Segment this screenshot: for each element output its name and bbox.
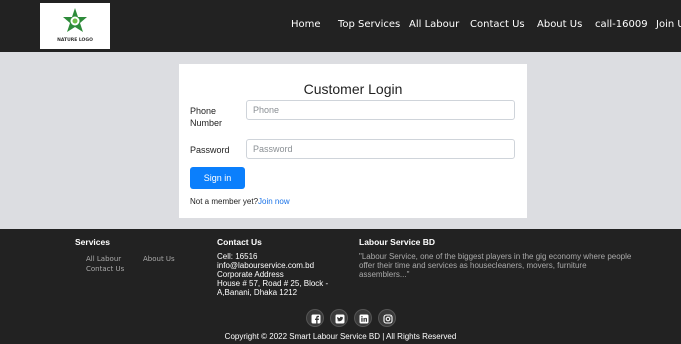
contact-address-title: Corporate Address [217,270,284,279]
nature-logo-icon [63,8,87,32]
footer: Services All Labour About Us Contact Us … [0,229,681,344]
phone-label: Phone Number [190,106,223,128]
facebook-icon[interactable] [306,309,324,327]
nav-join-us[interactable]: Join Us [656,19,681,30]
about-text: "Labour Service, one of the biggest play… [359,252,632,279]
password-label: Password [190,145,230,155]
signin-button[interactable]: Sign in [190,167,245,189]
contact-address: House # 57, Road # 25, Block - A,Banani,… [217,279,329,297]
nav-call[interactable]: call-16009 [595,19,648,30]
copyright: Copyright © 2022 Smart Labour Service BD… [224,332,457,341]
about-heading: Labour Service BD [359,237,436,247]
navbar: NATURE LOGO Home Top Services All Labour… [0,0,681,52]
footer-link-about-us[interactable]: About Us [143,255,175,263]
contact-email[interactable]: info@labourservice.com.bd [217,261,347,270]
contact-cell: Cell: 16516 [217,252,258,261]
nav-top-services[interactable]: Top Services [338,19,400,30]
logo[interactable]: NATURE LOGO [40,3,110,49]
linkedin-icon[interactable] [354,309,372,327]
nav-home[interactable]: Home [291,19,321,30]
login-title: Customer Login [303,81,403,97]
footer-link-all-labour[interactable]: All Labour [86,255,121,263]
nav-contact-us[interactable]: Contact Us [470,19,525,30]
instagram-icon[interactable] [378,309,396,327]
services-heading: Services [75,237,110,247]
join-now-link[interactable]: Join now [258,197,290,206]
phone-input[interactable] [246,100,515,120]
footer-link-contact-us[interactable]: Contact Us [86,265,124,273]
member-line: Not a member yet?Join now [190,197,290,206]
twitter-icon[interactable] [330,309,348,327]
member-text: Not a member yet? [190,197,259,206]
logo-text: NATURE LOGO [57,38,93,43]
password-input[interactable] [246,139,515,159]
login-card: Customer Login Phone Number Password Sig… [179,64,527,218]
nav-about-us[interactable]: About Us [537,19,582,30]
nav-all-labour[interactable]: All Labour [409,19,459,30]
contact-info: Cell: 16516 info@labourservice.com.bd Co… [217,252,347,297]
contact-heading: Contact Us [217,237,262,247]
